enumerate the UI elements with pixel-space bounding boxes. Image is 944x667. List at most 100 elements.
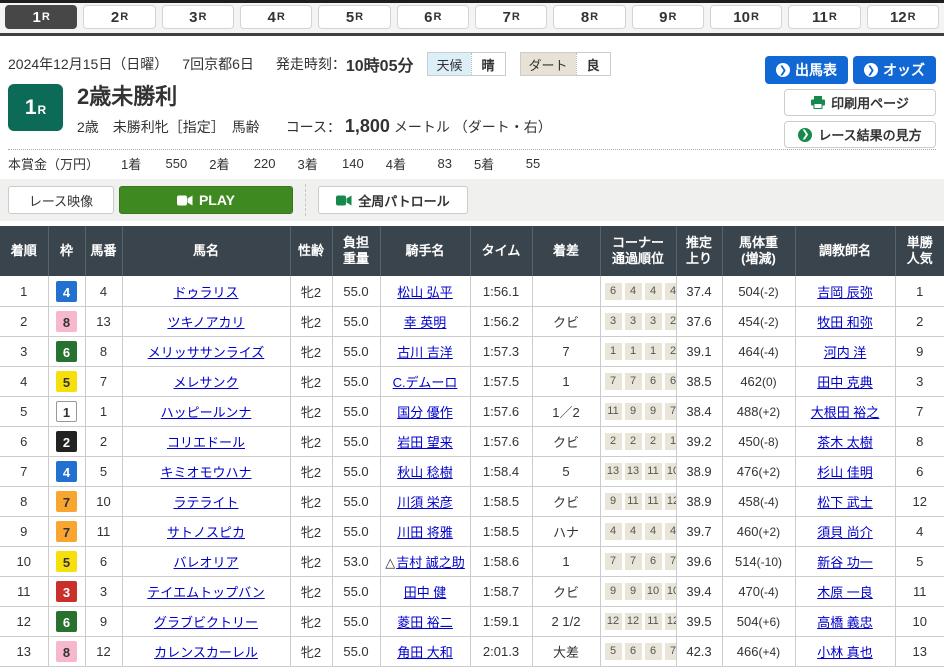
horse-name-link[interactable]: サトノスピカ [167, 525, 245, 540]
result-guide-button[interactable]: ❯ レース結果の見方 [784, 121, 936, 148]
horse-name-link[interactable]: コリエドール [167, 435, 245, 450]
corner-position-box: 7 [665, 403, 677, 420]
horse-name-link[interactable]: メリッササンライズ [148, 345, 265, 360]
tab-5r[interactable]: 5R [318, 5, 390, 29]
trainer-name-link[interactable]: 大根田 裕之 [811, 405, 880, 420]
trainer-name-link[interactable]: 吉岡 辰弥 [817, 285, 873, 300]
jockey-name-link[interactable]: 菱田 裕二 [397, 615, 453, 630]
jockey-cell: △吉村 誠之助 [380, 546, 470, 576]
horse-name-cell: ハッピールンナ [122, 396, 290, 426]
tab-10r[interactable]: 10R [710, 5, 782, 29]
column-header: 馬番 [85, 226, 122, 276]
horse-number: 7 [85, 366, 122, 396]
result-row: 457メレサンク牝255.0C.デムーロ1:57.51776638.5462(0… [0, 366, 944, 396]
horse-name-link[interactable]: グラブビクトリー [154, 615, 258, 630]
trainer-cell: 杉山 佳明 [795, 456, 895, 486]
corner-position-box: 4 [645, 283, 662, 300]
horse-name-link[interactable]: テイエムトップバン [147, 585, 265, 600]
column-header: 馬名 [122, 226, 290, 276]
jockey-name-link[interactable]: 岩田 望来 [397, 435, 453, 450]
tab-2r[interactable]: 2R [83, 5, 155, 29]
horse-name-link[interactable]: ドゥラリス [173, 285, 238, 300]
jockey-cell: 古川 吉洋 [380, 336, 470, 366]
odds-button[interactable]: ❯ オッズ [853, 56, 936, 84]
trainer-name-link[interactable]: 茶木 太樹 [817, 435, 873, 450]
jockey-name-link[interactable]: 川須 栄彦 [397, 495, 453, 510]
body-weight: 504(+6) [722, 606, 795, 636]
win-popularity: 12 [895, 486, 944, 516]
horse-name-link[interactable]: ツキノアカリ [167, 315, 244, 330]
prize-amount: 55 [494, 156, 540, 171]
jockey-name-link[interactable]: 吉村 誠之助 [396, 555, 465, 570]
column-header: 枠 [48, 226, 85, 276]
jockey-name-link[interactable]: 川田 将雅 [397, 525, 453, 540]
corner-position-box: 2 [665, 343, 677, 360]
corner-position-box: 1 [665, 433, 677, 450]
tab-12r[interactable]: 12R [867, 5, 939, 29]
body-weight: 514(-10) [722, 546, 795, 576]
estimated-last-3f: 38.5 [676, 366, 722, 396]
tab-6r[interactable]: 6R [397, 5, 469, 29]
race-video-button[interactable]: レース映像 [8, 186, 114, 214]
frame-cell: 3 [48, 576, 85, 606]
jockey-name-link[interactable]: 古川 吉洋 [397, 345, 453, 360]
tab-3r[interactable]: 3R [162, 5, 234, 29]
trainer-name-link[interactable]: 牧田 和弥 [817, 315, 873, 330]
tab-1r[interactable]: 1R [5, 5, 77, 29]
trainer-name-link[interactable]: 田中 克典 [817, 375, 873, 390]
estimated-last-3f: 39.4 [676, 576, 722, 606]
apprentice-mark: △ [385, 555, 395, 570]
results-table-header: 着順枠馬番馬名性齢負担重量騎手名タイム着差コーナー通過順位推定上り馬体重(増減)… [0, 226, 944, 276]
win-popularity: 1 [895, 276, 944, 306]
jockey-cell: 菱田 裕二 [380, 606, 470, 636]
trainer-name-link[interactable]: 新谷 功一 [817, 555, 873, 570]
jockey-name-link[interactable]: 田中 健 [404, 585, 447, 600]
finish-position: 1 [0, 276, 48, 306]
sex-age: 牝2 [290, 306, 332, 336]
patrol-video-button[interactable]: 全周パトロール [318, 186, 468, 214]
weather-badge: 天候 晴 [427, 52, 505, 76]
corner-position-box: 4 [605, 523, 622, 540]
body-weight: 488(+2) [722, 396, 795, 426]
trainer-name-link[interactable]: 松下 武士 [817, 495, 873, 510]
horse-name-link[interactable]: ハッピールンナ [161, 405, 252, 420]
trainer-name-link[interactable]: 高橋 義忠 [817, 615, 873, 630]
frame-cell: 4 [48, 456, 85, 486]
horse-name-link[interactable]: キミオモウハナ [160, 465, 251, 480]
shutuba-button[interactable]: ❯ 出馬表 [765, 56, 848, 84]
win-popularity: 13 [895, 636, 944, 666]
corner-position-box: 9 [605, 493, 622, 510]
horse-name-link[interactable]: バレオリア [173, 555, 238, 570]
play-button[interactable]: PLAY [119, 186, 293, 214]
trainer-name-link[interactable]: 木原 一良 [817, 585, 873, 600]
frame-cell: 8 [48, 636, 85, 666]
carried-weight: 55.0 [332, 396, 380, 426]
jockey-name-link[interactable]: 国分 優作 [397, 405, 453, 420]
horse-name-link[interactable]: ラテライト [173, 495, 238, 510]
horse-name-link[interactable]: メレサンク [173, 375, 238, 390]
corner-position-box: 12 [665, 493, 677, 510]
trainer-name-link[interactable]: 杉山 佳明 [817, 465, 873, 480]
body-weight: 454(-2) [722, 306, 795, 336]
finish-position: 6 [0, 426, 48, 456]
jockey-name-link[interactable]: C.デムーロ [393, 375, 458, 390]
tab-11r[interactable]: 11R [788, 5, 860, 29]
jockey-name-link[interactable]: 幸 英明 [404, 315, 447, 330]
result-row: 1269グラブビクトリー牝255.0菱田 裕二1:59.12 1/2121211… [0, 606, 944, 636]
tab-9r[interactable]: 9R [632, 5, 704, 29]
print-page-button[interactable]: 印刷用ページ [784, 89, 936, 116]
tab-4r[interactable]: 4R [240, 5, 312, 29]
estimated-last-3f: 37.4 [676, 276, 722, 306]
margin: 1 [532, 546, 600, 576]
carried-weight: 55.0 [332, 336, 380, 366]
tab-7r[interactable]: 7R [475, 5, 547, 29]
corner-position-box: 7 [625, 553, 642, 570]
prize-items: 1着5502着2203着1404着835着55 [99, 154, 540, 173]
corner-position-box: 7 [665, 553, 677, 570]
jockey-name-link[interactable]: 秋山 稔樹 [397, 465, 453, 480]
trainer-name-link[interactable]: 河内 洋 [824, 345, 867, 360]
jockey-name-link[interactable]: 松山 弘平 [397, 285, 453, 300]
trainer-name-link[interactable]: 須貝 尚介 [817, 525, 873, 540]
tab-8r[interactable]: 8R [553, 5, 625, 29]
play-label: PLAY [199, 192, 235, 208]
